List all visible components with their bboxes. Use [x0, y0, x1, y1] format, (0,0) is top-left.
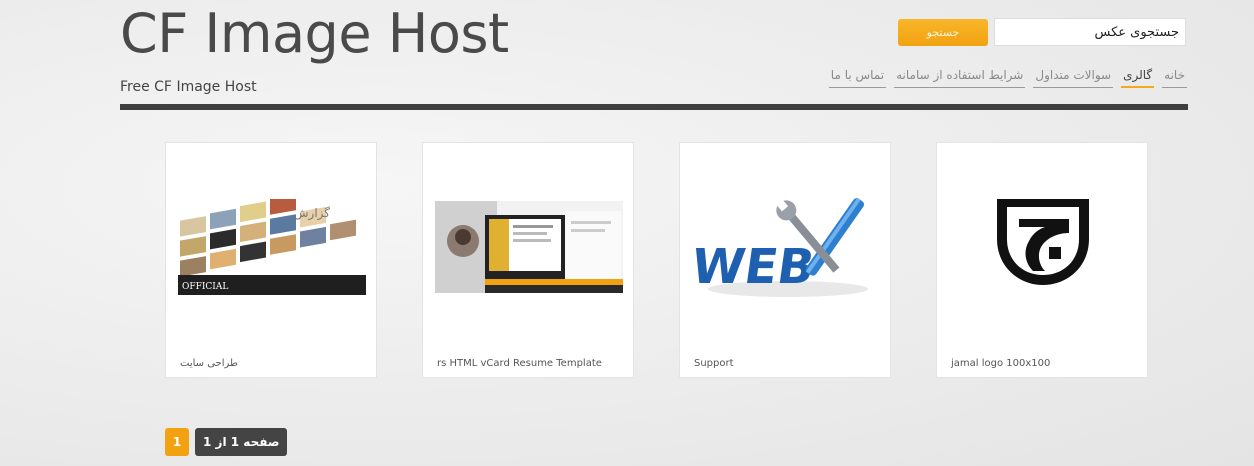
nav-item-faq[interactable]: سوالات متداول	[1033, 68, 1114, 88]
search-input[interactable]	[994, 18, 1186, 46]
nav-item-contact[interactable]: تماس با ما	[828, 68, 887, 88]
pagination-info: صفحه 1 از 1	[195, 428, 288, 456]
gallery-thumbnail-jamal-logo[interactable]	[989, 193, 1097, 289]
gallery-caption: Support	[694, 358, 734, 369]
nav-item-terms[interactable]: شرایط استفاده از سامانه	[894, 68, 1026, 88]
pagination: 1 صفحه 1 از 1	[165, 428, 288, 456]
gallery-thumbnail-web-design[interactable]: OFFICIAL گزارش	[178, 199, 366, 295]
search-form: جستجو	[898, 18, 1188, 46]
nav-item-gallery[interactable]: گالری	[1121, 68, 1155, 88]
gallery-caption: jamal logo 100x100	[951, 358, 1051, 369]
main-nav: خانه گالری سوالات متداول شرایط استفاده ا…	[828, 68, 1187, 88]
search-button[interactable]: جستجو	[898, 19, 988, 46]
gallery-thumbnail-support[interactable]: WEB	[692, 181, 880, 301]
pagination-current-page[interactable]: 1	[165, 428, 189, 456]
gallery-card-vcard-template[interactable]: rs HTML vCard Resume Template	[422, 142, 634, 378]
gallery-card-support[interactable]: WEB Support	[679, 142, 891, 378]
thumbnail-web-text: WEB	[692, 239, 818, 295]
thumbnail-official-text: OFFICIAL	[182, 282, 228, 292]
gallery-caption: طراحی سایت	[180, 358, 238, 369]
site-tagline: Free CF Image Host	[120, 79, 257, 95]
gallery-thumbnail-vcard[interactable]	[435, 201, 623, 293]
nav-item-home[interactable]: خانه	[1162, 68, 1187, 88]
site-title[interactable]: CF Image Host	[120, 0, 509, 68]
gallery-card-jamal-logo[interactable]: jamal logo 100x100	[936, 142, 1148, 378]
thumbnail-report-text: گزارش	[294, 206, 330, 221]
gallery-card-web-design[interactable]: OFFICIAL گزارش طراحی سایت	[165, 142, 377, 378]
gallery-caption: rs HTML vCard Resume Template	[437, 358, 602, 369]
header-divider	[120, 104, 1188, 110]
